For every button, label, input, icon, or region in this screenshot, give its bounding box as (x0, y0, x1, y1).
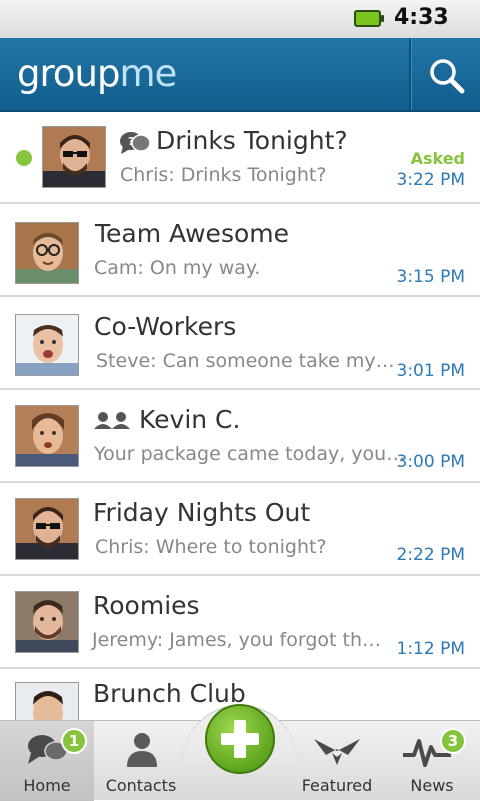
conversation-time: 3:01 PM (396, 361, 466, 381)
conversation-preview: Your package came today, you… (94, 443, 406, 465)
conversation-title: Friday Nights Out (93, 498, 311, 527)
battery-icon (354, 10, 384, 27)
conversation-row[interactable]: Co-Workers Steve: Can someone take my… 3… (0, 298, 480, 390)
conversation-title: Kevin C. (139, 405, 241, 434)
conversation-row[interactable]: Roomies Jeremy: James, you forgot th… 1:… (0, 577, 480, 669)
avatar (15, 314, 79, 376)
avatar (15, 405, 79, 467)
conversation-preview: Chris: Drinks Tonight? (120, 164, 327, 186)
conversation-time: 3:15 PM (396, 267, 466, 287)
avatar (15, 591, 79, 653)
conversation-row[interactable]: Kevin C. Your package came today, you… 3… (0, 391, 480, 483)
conversation-time: 2:22 PM (396, 545, 466, 565)
group-chat-icon: ? (120, 132, 151, 154)
conversation-title: Brunch Club (93, 679, 246, 708)
conversation-preview: Cam: On my way. (94, 257, 261, 279)
app-header: groupme (0, 38, 480, 112)
conversation-title: Roomies (93, 591, 200, 620)
clock-time: 4:33 (394, 5, 449, 30)
conversation-row[interactable]: ? Drinks Tonight? Chris: Drinks Tonight?… (0, 112, 480, 204)
avatar (15, 222, 79, 284)
conversation-title: Co-Workers (94, 312, 237, 341)
avatar (42, 126, 106, 188)
featured-icon (314, 739, 360, 765)
tab-label: Featured (301, 776, 373, 795)
groupme-logo: groupme (17, 52, 177, 95)
avatar (15, 498, 79, 560)
person-icon (127, 733, 157, 767)
tab-news[interactable]: 3 News (384, 721, 480, 801)
conversation-list: ? Drinks Tonight? Chris: Drinks Tonight?… (0, 112, 480, 720)
compose-button[interactable] (205, 704, 275, 774)
logo-me: me (119, 52, 177, 95)
conversation-preview: Chris: Where to tonight? (95, 536, 327, 558)
conversation-row[interactable]: Team Awesome Cam: On my way. 3:15 PM (0, 205, 480, 297)
conversation-time: 3:22 PM (396, 170, 466, 190)
conversation-row[interactable]: Friday Nights Out Chris: Where to tonigh… (0, 484, 480, 576)
conversation-time: 3:00 PM (396, 452, 466, 472)
conversation-preview: Jeremy: James, you forgot th… (92, 629, 382, 651)
svg-text:?: ? (128, 135, 134, 148)
tab-featured[interactable]: Featured (290, 721, 384, 801)
tab-home[interactable]: 1 Home (0, 721, 94, 801)
status-bar: 4:33 PM (0, 0, 480, 53)
search-icon (430, 59, 465, 94)
conversation-time: 1:12 PM (396, 639, 466, 659)
direct-message-icon (94, 412, 130, 429)
conversation-preview: Steve: Can someone take my… (96, 350, 395, 372)
tab-label: Contacts (105, 776, 177, 795)
status-label: Asked (410, 149, 465, 168)
conversation-title: Drinks Tonight? (156, 126, 348, 155)
avatar (15, 682, 79, 720)
tab-contacts[interactable]: Contacts (94, 721, 188, 801)
tab-label: News (410, 776, 454, 795)
home-badge: 1 (61, 728, 87, 754)
header-divider (409, 38, 411, 110)
unread-indicator (16, 150, 32, 166)
logo-group: group (17, 52, 120, 95)
search-button[interactable] (412, 38, 480, 110)
news-badge: 3 (440, 728, 466, 754)
tab-label: Home (23, 776, 71, 795)
conversation-title: Team Awesome (95, 219, 289, 248)
bottom-tab-bar: 1 Home Contacts Featured 3 News (0, 704, 480, 801)
